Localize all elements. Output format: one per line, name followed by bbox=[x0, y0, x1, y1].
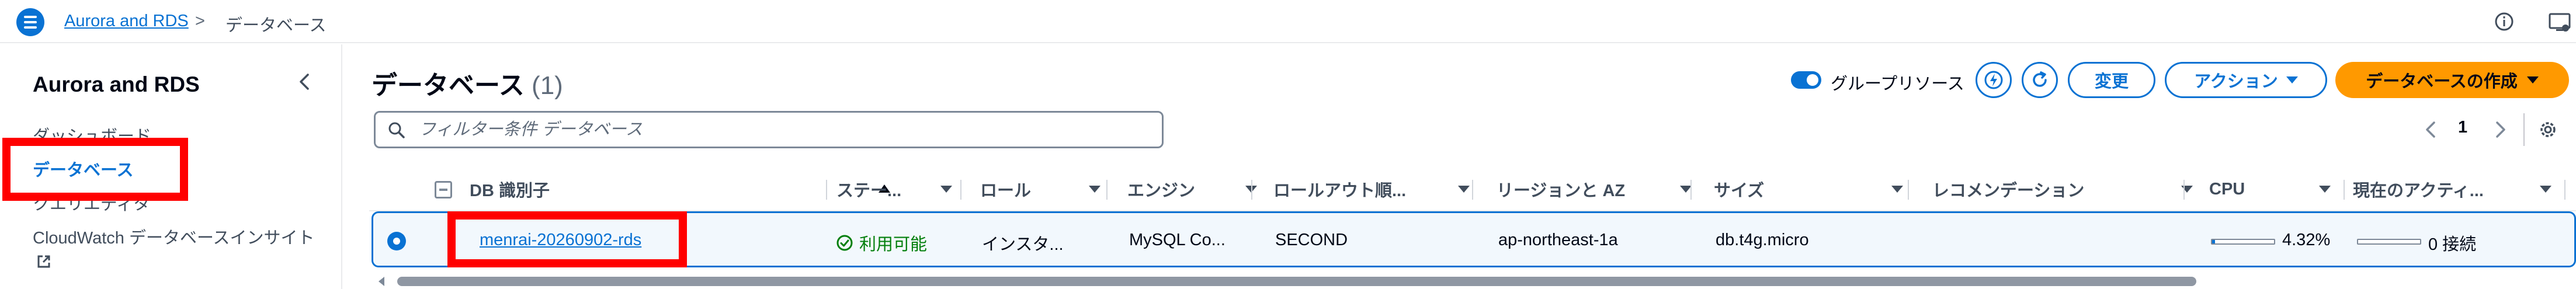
actions-button[interactable]: アクション bbox=[2165, 62, 2327, 98]
pagination-divider bbox=[2523, 113, 2525, 146]
column-label: エンジン bbox=[1127, 182, 1196, 200]
cpu-meter-fill bbox=[2212, 240, 2215, 243]
column-divider[interactable] bbox=[960, 180, 961, 200]
external-link-icon bbox=[37, 255, 50, 268]
rollout-cell: SECOND bbox=[1275, 231, 1348, 249]
horizontal-scrollbar[interactable] bbox=[372, 274, 2576, 288]
column-divider[interactable] bbox=[2344, 180, 2345, 200]
size-cell: db.t4g.micro bbox=[1716, 231, 1809, 249]
create-database-label: データベースの作成 bbox=[2366, 72, 2518, 91]
modify-button[interactable]: 変更 bbox=[2068, 62, 2155, 98]
status-ok-icon bbox=[836, 235, 853, 251]
current-page-number[interactable]: 1 bbox=[2458, 118, 2467, 137]
region-az-cell: ap-northeast-1a bbox=[1498, 231, 1618, 249]
scroll-left-arrow-icon[interactable] bbox=[379, 277, 384, 286]
sidebar-item-cloudwatch-label: CloudWatch データベースインサイト bbox=[33, 229, 315, 248]
column-label: CPU bbox=[2209, 179, 2245, 199]
column-label: リージョンと AZ bbox=[1497, 182, 1626, 200]
column-header-recommendation[interactable]: レコメンデーション bbox=[1932, 167, 2204, 211]
sidebar-item-query-editor[interactable]: クエリエディタ bbox=[33, 190, 150, 215]
column-divider[interactable] bbox=[1251, 180, 1252, 200]
table-row[interactable]: menrai-20260902-rds 利用可能 インスタ... MySQL C… bbox=[372, 211, 2576, 267]
page-title-text: データベース bbox=[372, 71, 525, 100]
sort-icon bbox=[1089, 186, 1100, 193]
column-header-rollout[interactable]: ロールアウト順... bbox=[1273, 167, 1481, 211]
column-divider[interactable] bbox=[1690, 180, 1692, 200]
column-header-size[interactable]: サイズ bbox=[1714, 167, 1915, 211]
side-navigation: Aurora and RDS ダッシュボード データベース クエリエディタ Cl… bbox=[0, 44, 342, 289]
actions-button-label: アクション bbox=[2194, 72, 2278, 91]
page-title-count: (1) bbox=[532, 71, 563, 100]
sort-icon bbox=[1891, 186, 1903, 193]
sort-icon bbox=[1680, 186, 1692, 193]
column-header-status[interactable]: ステー... bbox=[836, 167, 964, 211]
menu-icon[interactable] bbox=[16, 8, 44, 36]
role-cell: インスタ... bbox=[982, 235, 1064, 254]
sidebar-item-cloudwatch-insights[interactable]: CloudWatch データベースインサイト bbox=[33, 227, 325, 273]
sidenav-title: Aurora and RDS bbox=[33, 72, 200, 96]
breadcrumb-current: データベース bbox=[225, 16, 327, 35]
group-resources-label: グループリソース bbox=[1831, 75, 1964, 93]
status-cell: 利用可能 bbox=[836, 231, 927, 255]
column-label: DB 識別子 bbox=[470, 182, 550, 200]
lightning-button[interactable] bbox=[1976, 62, 2012, 98]
column-label: ロールアウト順... bbox=[1273, 182, 1407, 200]
sort-icon bbox=[2181, 186, 2193, 193]
previous-page-icon[interactable] bbox=[2421, 118, 2442, 141]
page-title: データベース (1) bbox=[372, 64, 563, 102]
sort-icon bbox=[1458, 186, 1470, 193]
top-navigation-bar: Aurora and RDS > データベース bbox=[0, 0, 2576, 43]
create-database-button[interactable]: データベースの作成 bbox=[2335, 62, 2569, 98]
column-label: レコメンデーション bbox=[1932, 182, 2085, 200]
column-header-role[interactable]: ロール bbox=[980, 167, 1112, 211]
column-header-engine[interactable]: エンジン bbox=[1127, 167, 1269, 211]
filter-input[interactable] bbox=[419, 113, 1155, 147]
column-divider[interactable] bbox=[1908, 180, 1909, 200]
column-header-region-az[interactable]: リージョンと AZ bbox=[1497, 167, 1703, 211]
status-text: 利用可能 bbox=[859, 235, 928, 254]
activity-meter bbox=[2357, 239, 2421, 245]
chevron-left-icon[interactable] bbox=[293, 70, 317, 93]
refresh-button[interactable] bbox=[2022, 62, 2058, 98]
sort-icon bbox=[2319, 186, 2331, 193]
sort-icon bbox=[940, 186, 952, 193]
refresh-icon bbox=[2033, 71, 2047, 87]
filter-field bbox=[374, 111, 1164, 148]
column-divider[interactable] bbox=[2564, 180, 2565, 200]
column-divider[interactable] bbox=[1472, 180, 1473, 200]
sort-icon bbox=[2540, 186, 2551, 193]
row-select-radio[interactable] bbox=[387, 232, 406, 250]
sidebar-item-databases[interactable]: データベース bbox=[33, 156, 134, 181]
column-header-current-activity[interactable]: 現在のアクティ... bbox=[2353, 167, 2563, 211]
column-divider[interactable] bbox=[826, 180, 827, 200]
column-divider[interactable] bbox=[2183, 180, 2185, 200]
caret-down-icon bbox=[2526, 76, 2539, 83]
search-icon bbox=[388, 122, 405, 138]
column-label: 現在のアクティ... bbox=[2353, 182, 2484, 200]
cpu-value: 4.32% bbox=[2282, 231, 2331, 249]
cpu-meter bbox=[2211, 239, 2275, 245]
column-divider[interactable] bbox=[1106, 180, 1108, 200]
activity-value: 0 接続 bbox=[2428, 235, 2477, 254]
lightning-icon bbox=[1984, 71, 2003, 89]
utilities-icon[interactable] bbox=[2548, 12, 2571, 34]
engine-cell: MySQL Co... bbox=[1129, 231, 1225, 249]
column-label: ステー... bbox=[836, 182, 902, 200]
select-all-checkbox[interactable] bbox=[435, 181, 452, 199]
group-resources-toggle[interactable] bbox=[1791, 71, 1821, 89]
caret-down-icon bbox=[2286, 76, 2298, 83]
column-header-cpu[interactable]: CPU bbox=[2209, 167, 2342, 211]
table-header: DB 識別子 ステー... ロール エンジン ロールアウト順... リージョンと… bbox=[369, 167, 2576, 211]
breadcrumb-aurora-rds-link[interactable]: Aurora and RDS bbox=[64, 12, 189, 31]
column-label: ロール bbox=[980, 182, 1032, 200]
info-icon[interactable] bbox=[2494, 12, 2514, 32]
sidebar-item-dashboard[interactable]: ダッシュボード bbox=[33, 123, 151, 147]
settings-icon[interactable] bbox=[2537, 119, 2558, 140]
column-label: サイズ bbox=[1714, 182, 1765, 200]
scrollbar-thumb[interactable] bbox=[397, 277, 2196, 286]
chevron-right-icon: > bbox=[195, 12, 205, 30]
db-identifier-link[interactable]: menrai-20260902-rds bbox=[480, 231, 641, 250]
next-page-icon[interactable] bbox=[2490, 118, 2511, 141]
